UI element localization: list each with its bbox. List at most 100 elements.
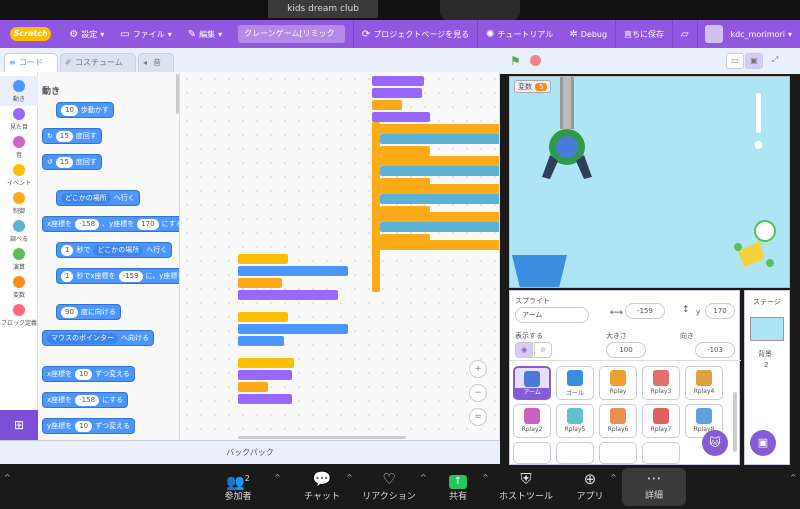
scratch-logo[interactable]: Scratch xyxy=(10,27,52,41)
project-title-input[interactable]: クレーンゲーム[リミックス... xyxy=(238,25,346,56)
script-block[interactable] xyxy=(372,184,499,194)
sprite-size-input[interactable]: 100 xyxy=(606,342,646,358)
script-block[interactable] xyxy=(380,134,499,144)
block-goto[interactable]: どこかの場所 へ行く xyxy=(56,190,140,206)
sprite-card-rplay7[interactable]: Rplay7 xyxy=(642,404,680,438)
sprite-card-rplay3[interactable]: Rplay3 xyxy=(642,366,680,400)
category-operators[interactable]: 演算 xyxy=(0,248,38,271)
script-workspace[interactable]: + − = xyxy=(180,72,500,440)
block-turn-left[interactable]: ↺ 15 度回す xyxy=(42,154,102,170)
block-glide-to[interactable]: 1 秒で どこかの場所 へ行く xyxy=(56,242,173,258)
category-my-blocks[interactable]: ブロック定義 xyxy=(0,304,38,327)
script-block[interactable] xyxy=(372,88,422,98)
chevron-up-icon[interactable]: ^ xyxy=(4,473,11,482)
zoom-reset-button[interactable]: = xyxy=(469,408,487,426)
category-motion[interactable]: 動き xyxy=(0,76,38,106)
backpack-bar[interactable]: バックパック xyxy=(0,440,500,464)
show-sprite-button[interactable]: ◉ xyxy=(515,342,533,358)
script-block[interactable] xyxy=(238,358,294,368)
script-block[interactable] xyxy=(238,266,348,276)
sprite-card-goal[interactable]: ゴール xyxy=(556,366,594,400)
sprite-name-input[interactable]: アーム xyxy=(515,307,589,323)
block-point-towards[interactable]: マウスのポインター へ向ける xyxy=(42,330,154,346)
script-block[interactable] xyxy=(238,278,282,288)
stage-canvas[interactable]: 変数 5 xyxy=(509,76,790,288)
sprite-card-rplay5[interactable]: Rplay5 xyxy=(556,404,594,438)
category-events[interactable]: イベント xyxy=(0,164,38,187)
settings-menu[interactable]: ⚙ 設定 ▾ xyxy=(61,20,112,48)
chevron-up-icon[interactable]: ^ xyxy=(610,473,617,482)
block-input[interactable]: 10 xyxy=(61,104,78,116)
workspace-horizontal-scrollbar[interactable] xyxy=(238,436,406,439)
script-block[interactable] xyxy=(372,112,430,122)
block-change-x[interactable]: x座標を 10 ずつ変える xyxy=(42,366,135,382)
sprite-y-input[interactable]: 170 xyxy=(705,303,735,319)
block-glide-xy[interactable]: 1秒でx座標を-159に、y座標を xyxy=(56,268,179,284)
block-change-y[interactable]: y座標を 10 ずつ変える xyxy=(42,418,135,434)
category-looks[interactable]: 見た目 xyxy=(0,108,38,131)
block-dropdown[interactable]: マウスのポインター xyxy=(47,332,118,344)
sprite-card-rplay4[interactable]: Rplay4 xyxy=(685,366,723,400)
block-input[interactable]: -158 xyxy=(75,394,100,406)
account-menu[interactable]: kdc_morimori ▾ xyxy=(697,20,800,48)
host-tools-button[interactable]: ⛨ ホストツール xyxy=(498,469,554,502)
sprite-card-rplay2[interactable]: Rplay2 xyxy=(513,404,551,438)
script-block[interactable] xyxy=(380,194,499,204)
category-control[interactable]: 制御 xyxy=(0,192,38,215)
category-sensing[interactable]: 調べる xyxy=(0,220,38,243)
block-point-direction[interactable]: 90 度に向ける xyxy=(56,304,121,320)
script-block[interactable] xyxy=(238,394,292,404)
block-dropdown[interactable]: どこかの場所 xyxy=(93,244,144,256)
chevron-up-icon[interactable]: ^ xyxy=(346,473,353,482)
block-input[interactable]: 10 xyxy=(75,420,93,432)
stop-icon[interactable] xyxy=(530,55,541,66)
more-button[interactable]: ⋯ 詳細 xyxy=(622,468,686,506)
script-block[interactable] xyxy=(372,240,499,250)
add-extension-button[interactable]: ⊞ xyxy=(0,410,38,440)
script-block[interactable] xyxy=(238,324,348,334)
block-move-steps[interactable]: 10 歩動かす xyxy=(56,102,114,118)
tab-code[interactable]: ≡ コード xyxy=(4,53,58,72)
project-page-button[interactable]: ⟳ プロジェクトページを見る xyxy=(354,20,477,48)
sprite-list-scrollbar[interactable] xyxy=(733,392,737,452)
script-block[interactable] xyxy=(238,382,268,392)
script-block[interactable] xyxy=(372,122,380,292)
sprite-card-partial[interactable] xyxy=(513,442,551,464)
participants-button[interactable]: 👥2 参加者 xyxy=(218,469,258,502)
script-block[interactable] xyxy=(238,312,288,322)
category-variables[interactable]: 変数 xyxy=(0,276,38,299)
palette-scrollbar[interactable] xyxy=(176,74,179,114)
chevron-up-icon[interactable]: ^ xyxy=(274,473,281,482)
add-sprite-button[interactable]: 🐱 xyxy=(702,430,728,456)
apps-button[interactable]: ⊕ アプリ xyxy=(572,469,608,502)
block-input[interactable]: 15 xyxy=(55,156,73,168)
tutorial-button[interactable]: ✺ チュートリアル xyxy=(478,20,561,48)
script-block[interactable] xyxy=(380,166,499,176)
block-input[interactable]: 1 xyxy=(61,270,74,282)
sprite-card-arm[interactable]: アーム xyxy=(513,366,551,400)
script-block[interactable] xyxy=(238,336,284,346)
chevron-up-icon[interactable]: ^ xyxy=(790,473,797,482)
category-sound[interactable]: 音 xyxy=(0,136,38,159)
block-set-x[interactable]: x座標を -158 にする xyxy=(42,392,129,408)
block-input[interactable]: 15 xyxy=(55,130,73,142)
script-block[interactable] xyxy=(380,146,430,156)
chevron-up-icon[interactable]: ^ xyxy=(420,473,427,482)
block-input[interactable]: 90 xyxy=(61,306,78,318)
script-block[interactable] xyxy=(372,76,424,86)
block-input[interactable]: -159 xyxy=(118,270,143,282)
reaction-button[interactable]: ♡ リアクション xyxy=(362,469,416,502)
block-input[interactable]: -158 xyxy=(75,218,100,230)
zoom-out-button[interactable]: − xyxy=(469,384,487,402)
sprite-card-partial[interactable] xyxy=(556,442,594,464)
sprite-card-partial[interactable] xyxy=(642,442,680,464)
tab-costumes[interactable]: ✐ コスチューム xyxy=(60,53,136,72)
script-block[interactable] xyxy=(372,212,499,222)
sprite-direction-input[interactable]: -103 xyxy=(695,342,735,358)
fullscreen-button[interactable]: ⤢ xyxy=(766,53,784,69)
block-input[interactable]: 170 xyxy=(137,218,159,230)
sprite-card-rplay[interactable]: Rplay xyxy=(599,366,637,400)
block-input[interactable]: 1 xyxy=(61,244,74,256)
hide-sprite-button[interactable]: ⊘ xyxy=(534,342,552,358)
sprite-card-partial[interactable] xyxy=(599,442,637,464)
